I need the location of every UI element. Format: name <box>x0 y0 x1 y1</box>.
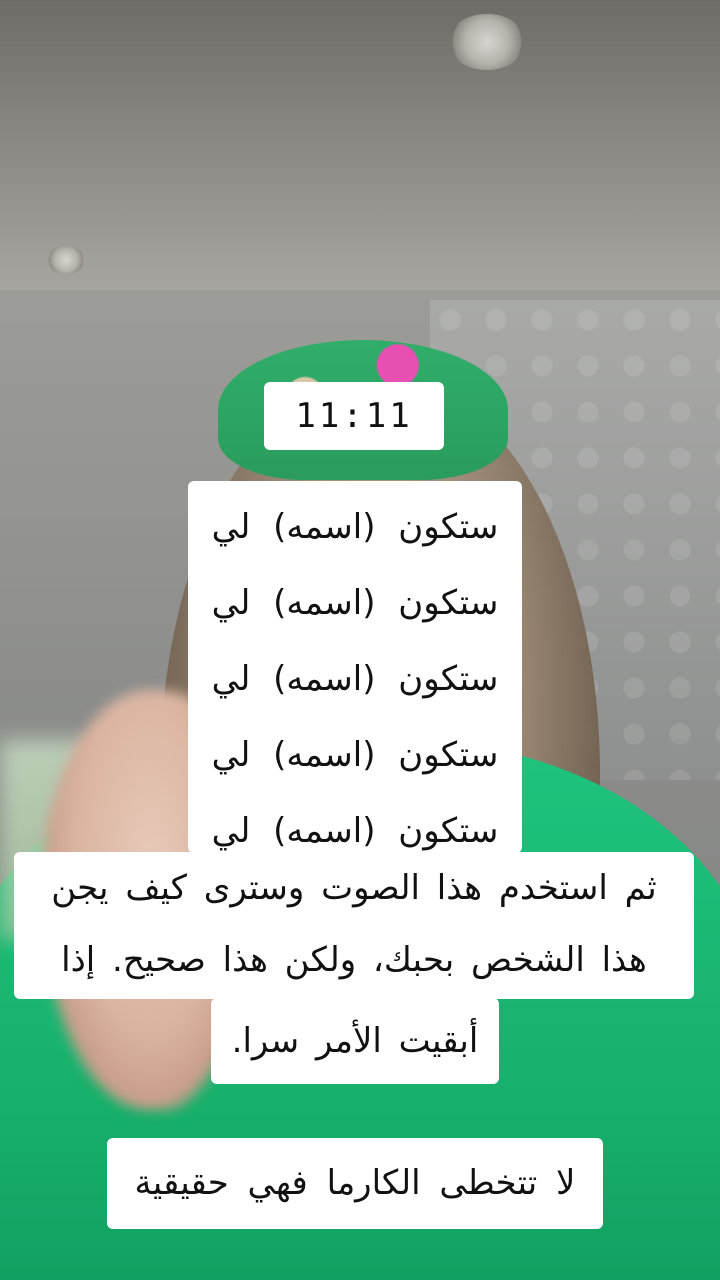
time-caption: 11:11 <box>264 382 444 450</box>
repeated-caption-box: ستكون (اسمه) لي ستكون (اسمه) لي ستكون (ا… <box>188 481 522 853</box>
instruction-line-1: ثم استخدم هذا الصوت وسترى كيف يجن <box>51 868 657 908</box>
instruction-line-3: أبقيت الأمر سرا. <box>231 1021 479 1061</box>
caption-line: ستكون (اسمه) لي <box>211 659 499 699</box>
caption-line: ستكون (اسمه) لي <box>211 583 499 623</box>
instruction-caption-end: أبقيت الأمر سرا. <box>211 998 499 1084</box>
caption-line: ستكون (اسمه) لي <box>211 507 499 547</box>
instruction-caption: ثم استخدم هذا الصوت وسترى كيف يجن هذا ال… <box>14 852 694 999</box>
time-text: 11:11 <box>295 396 413 436</box>
caption-line: ستكون (اسمه) لي <box>211 735 499 775</box>
ceiling-light-small <box>46 246 86 274</box>
footer-caption: لا تتخطى الكارما فهي حقيقية <box>107 1138 603 1229</box>
instruction-line-2: هذا الشخص بحبك، ولكن هذا صحيح. إذا <box>61 940 647 980</box>
footer-text: لا تتخطى الكارما فهي حقيقية <box>134 1163 576 1203</box>
ceiling-light <box>448 14 526 70</box>
ceiling <box>0 0 720 300</box>
